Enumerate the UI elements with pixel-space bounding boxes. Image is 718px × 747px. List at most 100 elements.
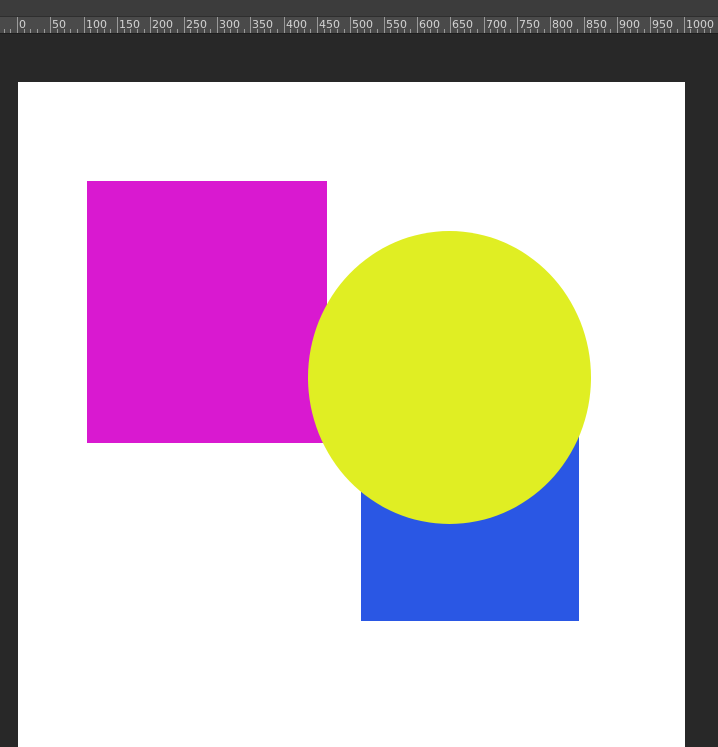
editor-workspace: 0 50 100 150 200 250 300 350 400 450 500 550 600 650 7… — [0, 0, 718, 747]
ruler-major-tick — [384, 17, 385, 33]
ruler-minor-tick — [330, 29, 331, 33]
ruler-minor-tick — [644, 29, 645, 33]
ruler-minor-tick — [670, 29, 671, 33]
ruler-major-tick — [84, 17, 85, 33]
ruler-minor-tick — [597, 29, 598, 33]
ruler-minor-tick — [410, 29, 411, 33]
ruler-major-tick — [317, 17, 318, 33]
ruler-minor-tick — [557, 29, 558, 33]
ruler-minor-tick — [170, 29, 171, 33]
ruler-minor-tick — [630, 29, 631, 33]
ruler-minor-tick — [4, 29, 5, 33]
ruler-minor-tick — [324, 29, 325, 33]
ruler-minor-tick — [37, 29, 38, 33]
ruler-major-tick — [484, 17, 485, 33]
ruler-minor-tick — [77, 29, 78, 33]
ruler-major-tick — [650, 17, 651, 33]
ruler-minor-tick — [30, 29, 31, 33]
ruler-minor-tick — [530, 29, 531, 33]
ruler-minor-tick — [97, 29, 98, 33]
ruler-minor-tick — [297, 29, 298, 33]
ruler-minor-tick — [524, 29, 525, 33]
ruler-minor-tick — [677, 29, 678, 33]
ruler-minor-tick — [397, 29, 398, 33]
ruler-minor-tick — [10, 29, 11, 33]
ruler-minor-tick — [230, 29, 231, 33]
ruler-major-tick — [150, 17, 151, 33]
ruler-minor-tick — [490, 29, 491, 33]
ruler-minor-tick — [497, 29, 498, 33]
ruler-minor-tick — [264, 29, 265, 33]
ruler-minor-tick — [237, 29, 238, 33]
ruler-major-tick — [50, 17, 51, 33]
ruler-minor-tick — [137, 29, 138, 33]
ruler-minor-tick — [470, 29, 471, 33]
ruler-major-tick — [117, 17, 118, 33]
document-canvas[interactable] — [18, 82, 685, 747]
ruler-minor-tick — [177, 29, 178, 33]
ruler-minor-tick — [710, 29, 711, 33]
ruler-major-tick — [684, 17, 685, 33]
ruler-minor-tick — [304, 29, 305, 33]
ruler-minor-tick — [337, 29, 338, 33]
ruler-minor-tick — [357, 29, 358, 33]
ruler-minor-tick — [544, 29, 545, 33]
ruler-minor-tick — [70, 29, 71, 33]
ruler-minor-tick — [310, 29, 311, 33]
ruler-minor-tick — [190, 29, 191, 33]
ruler-minor-tick — [564, 29, 565, 33]
ruler-major-tick — [584, 17, 585, 33]
ruler-minor-tick — [704, 29, 705, 33]
ruler-minor-tick — [57, 29, 58, 33]
ruler-minor-tick — [624, 29, 625, 33]
ruler-minor-tick — [590, 29, 591, 33]
ruler-minor-tick — [157, 29, 158, 33]
ruler-minor-tick — [104, 29, 105, 33]
ruler-minor-tick — [537, 29, 538, 33]
ruler-minor-tick — [690, 29, 691, 33]
ruler-minor-tick — [657, 29, 658, 33]
ruler-minor-tick — [44, 29, 45, 33]
ruler-minor-tick — [224, 29, 225, 33]
ruler-minor-tick — [577, 29, 578, 33]
yellow-circle-shape[interactable] — [308, 231, 591, 524]
ruler-minor-tick — [570, 29, 571, 33]
ruler-minor-tick — [164, 29, 165, 33]
ruler-minor-tick — [504, 29, 505, 33]
ruler-minor-tick — [664, 29, 665, 33]
ruler-minor-tick — [477, 29, 478, 33]
ruler-major-tick — [284, 17, 285, 33]
ruler-minor-tick — [404, 29, 405, 33]
ruler-major-tick — [617, 17, 618, 33]
options-bar — [0, 0, 718, 17]
ruler-major-tick — [350, 17, 351, 33]
ruler-minor-tick — [637, 29, 638, 33]
ruler-minor-tick — [110, 29, 111, 33]
ruler-major-tick — [17, 17, 18, 33]
ruler-minor-tick — [197, 29, 198, 33]
ruler-minor-tick — [377, 29, 378, 33]
ruler-minor-tick — [437, 29, 438, 33]
ruler-minor-tick — [124, 29, 125, 33]
ruler-minor-tick — [457, 29, 458, 33]
ruler-minor-tick — [464, 29, 465, 33]
magenta-rectangle-shape[interactable] — [87, 181, 327, 443]
ruler-minor-tick — [390, 29, 391, 33]
ruler-minor-tick — [510, 29, 511, 33]
ruler-minor-tick — [130, 29, 131, 33]
ruler-minor-tick — [90, 29, 91, 33]
ruler-minor-tick — [430, 29, 431, 33]
ruler-minor-tick — [344, 29, 345, 33]
ruler-minor-tick — [210, 29, 211, 33]
ruler-minor-tick — [424, 29, 425, 33]
horizontal-ruler[interactable]: 0 50 100 150 200 250 300 350 400 450 500 550 600 650 7… — [0, 17, 718, 34]
ruler-minor-tick — [257, 29, 258, 33]
ruler-minor-tick — [604, 29, 605, 33]
ruler-minor-tick — [610, 29, 611, 33]
ruler-minor-tick — [290, 29, 291, 33]
ruler-minor-tick — [364, 29, 365, 33]
ruler-major-tick — [450, 17, 451, 33]
ruler-major-tick — [417, 17, 418, 33]
ruler-minor-tick — [444, 29, 445, 33]
ruler-minor-tick — [270, 29, 271, 33]
